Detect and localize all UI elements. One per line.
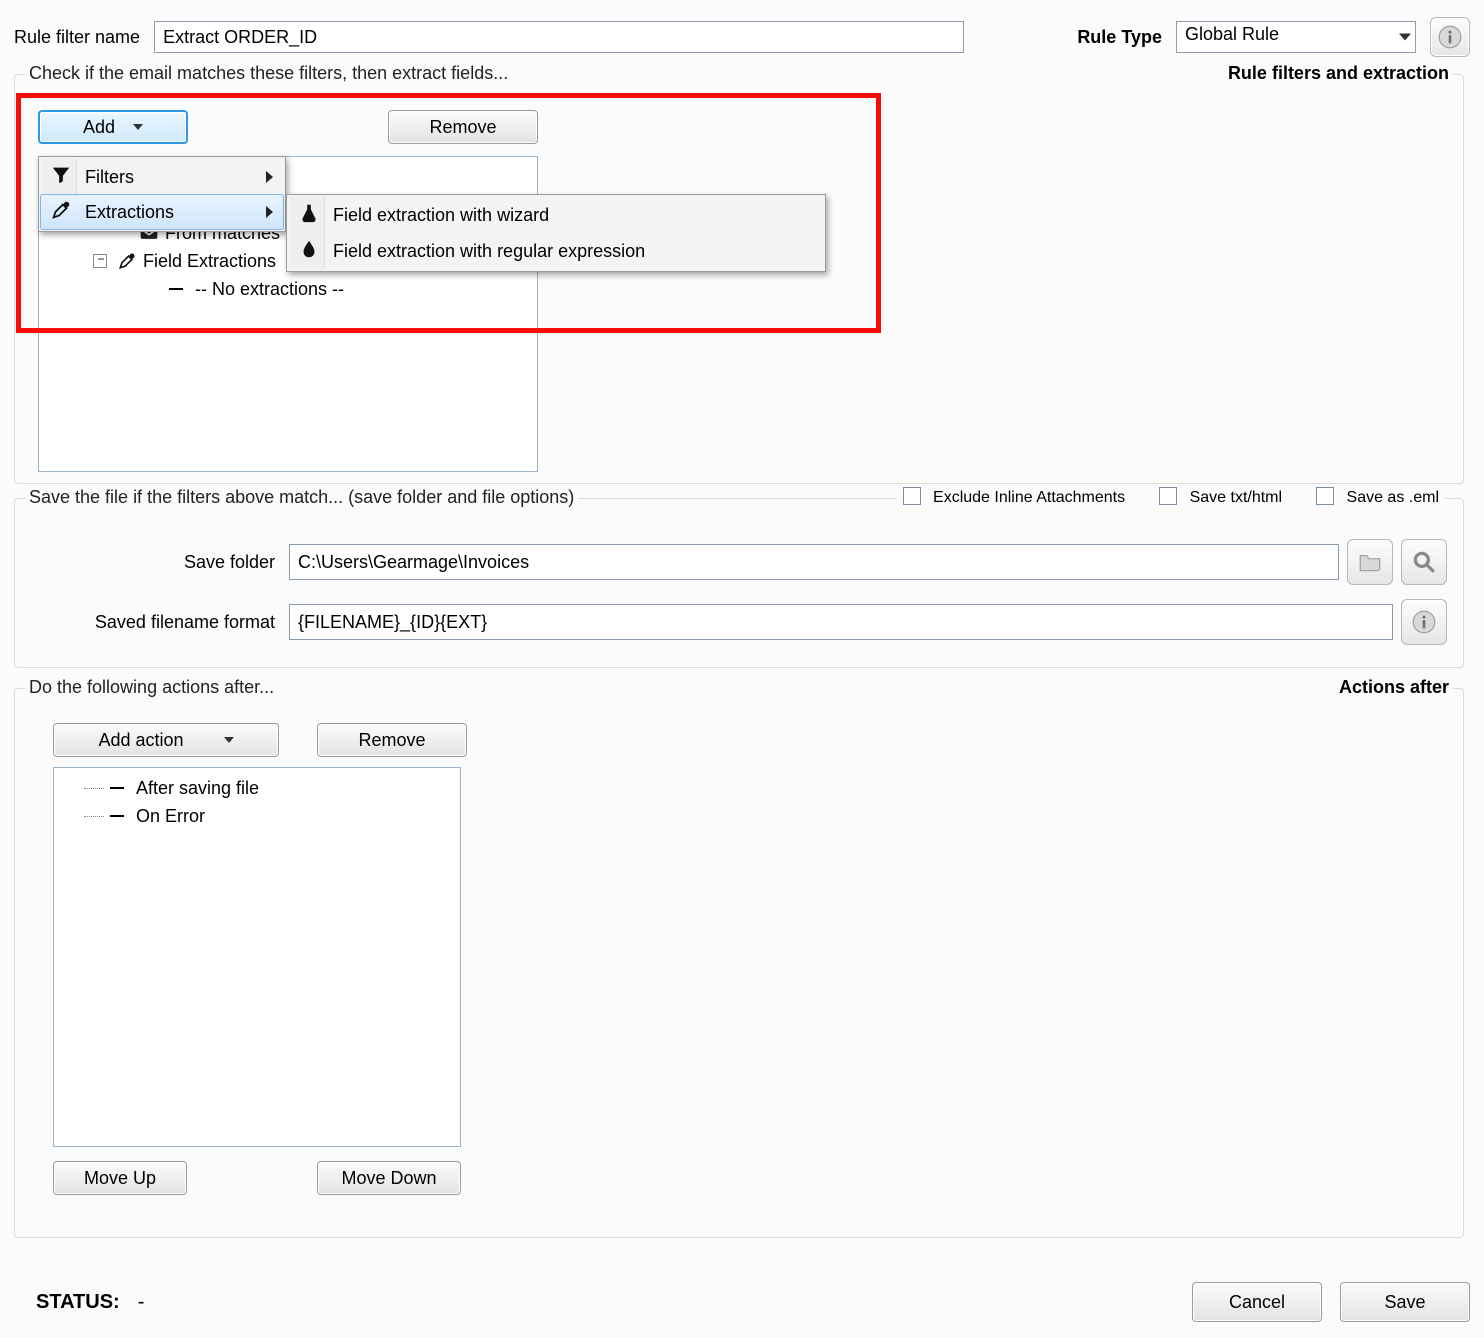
menu-item-wizard[interactable]: Field extraction with wizard bbox=[289, 197, 823, 233]
rule-type-value: Global Rule bbox=[1185, 24, 1279, 44]
open-folder-button[interactable] bbox=[1347, 539, 1393, 585]
save-button[interactable]: Save bbox=[1340, 1282, 1470, 1322]
info-icon bbox=[1411, 609, 1437, 635]
chevron-down-icon bbox=[133, 124, 143, 130]
add-menu[interactable]: Filters Extractions bbox=[38, 156, 286, 232]
dash-icon bbox=[110, 787, 124, 789]
save-folder-label: Save folder bbox=[141, 552, 275, 573]
menu-item-label: Field extraction with regular expression bbox=[333, 241, 645, 262]
chevron-down-icon bbox=[224, 737, 234, 743]
remove-action-label: Remove bbox=[358, 730, 425, 751]
add-button[interactable]: Add bbox=[38, 110, 188, 144]
filters-legend-right: Rule filters and extraction bbox=[1228, 63, 1449, 84]
eyedropper-icon bbox=[47, 199, 75, 226]
tree-label: After saving file bbox=[136, 778, 259, 799]
checkbox-label: Save txt/html bbox=[1190, 489, 1282, 506]
checkbox-icon bbox=[903, 487, 921, 505]
tree-label: Field Extractions bbox=[143, 251, 276, 272]
browse-button[interactable] bbox=[1401, 539, 1447, 585]
tree-row-on-error[interactable]: On Error bbox=[64, 802, 450, 830]
dash-icon bbox=[110, 815, 124, 817]
actions-after-group: Do the following actions after... Action… bbox=[14, 688, 1464, 1238]
save-txt-html-checkbox[interactable]: Save txt/html bbox=[1159, 487, 1282, 507]
info-icon bbox=[1437, 24, 1463, 50]
chevron-right-icon bbox=[266, 206, 273, 218]
checkbox-icon bbox=[1316, 487, 1334, 505]
actions-legend-left: Do the following actions after... bbox=[29, 677, 274, 698]
actions-tree[interactable]: After saving file On Error bbox=[53, 767, 461, 1147]
checkbox-label: Save as .eml bbox=[1347, 489, 1439, 506]
help-button[interactable] bbox=[1430, 17, 1470, 57]
checkbox-icon bbox=[1159, 487, 1177, 505]
save-as-eml-checkbox[interactable]: Save as .eml bbox=[1316, 487, 1439, 507]
filename-format-label: Saved filename format bbox=[53, 612, 275, 633]
save-label: Save bbox=[1384, 1292, 1425, 1313]
menu-item-regex[interactable]: Field extraction with regular expression bbox=[289, 233, 823, 269]
cancel-button[interactable]: Cancel bbox=[1192, 1282, 1322, 1322]
filename-help-button[interactable] bbox=[1401, 599, 1447, 645]
rule-type-select[interactable]: Global Rule bbox=[1176, 21, 1416, 53]
search-icon bbox=[1411, 549, 1437, 575]
flask-icon bbox=[295, 202, 323, 229]
eyedropper-icon bbox=[117, 251, 137, 271]
move-down-button[interactable]: Move Down bbox=[317, 1161, 461, 1195]
collapse-toggle-icon[interactable] bbox=[93, 254, 107, 268]
move-up-label: Move Up bbox=[84, 1168, 156, 1189]
tree-label: -- No extractions -- bbox=[195, 279, 344, 300]
add-action-button[interactable]: Add action bbox=[53, 723, 279, 757]
chevron-down-icon bbox=[1399, 34, 1411, 41]
add-button-label: Add bbox=[83, 117, 115, 138]
menu-item-extractions[interactable]: Extractions bbox=[40, 194, 284, 230]
menu-item-label: Extractions bbox=[85, 202, 174, 223]
add-action-label: Add action bbox=[98, 730, 183, 751]
drop-icon bbox=[295, 238, 323, 265]
menu-item-filters[interactable]: Filters bbox=[41, 159, 283, 195]
move-up-button[interactable]: Move Up bbox=[53, 1161, 187, 1195]
checkbox-label: Exclude Inline Attachments bbox=[933, 489, 1125, 506]
rule-type-label: Rule Type bbox=[1077, 27, 1162, 48]
move-down-label: Move Down bbox=[341, 1168, 436, 1189]
rule-filter-name-label: Rule filter name bbox=[14, 27, 140, 48]
dash-icon bbox=[169, 288, 183, 290]
tree-label: On Error bbox=[136, 806, 205, 827]
status-value: - bbox=[138, 1291, 145, 1314]
save-legend-left: Save the file if the filters above match… bbox=[29, 487, 574, 508]
remove-button[interactable]: Remove bbox=[388, 110, 538, 144]
actions-legend-right: Actions after bbox=[1339, 677, 1449, 698]
menu-item-label: Field extraction with wizard bbox=[333, 205, 549, 226]
funnel-icon bbox=[47, 164, 75, 191]
tree-row-after-saving[interactable]: After saving file bbox=[64, 774, 450, 802]
save-folder-input[interactable] bbox=[289, 544, 1339, 580]
folder-icon bbox=[1357, 549, 1383, 575]
status-label: STATUS: bbox=[36, 1291, 120, 1314]
extractions-submenu[interactable]: Field extraction with wizard Field extra… bbox=[286, 194, 826, 272]
save-options-group: Save the file if the filters above match… bbox=[14, 498, 1464, 668]
remove-action-button[interactable]: Remove bbox=[317, 723, 467, 757]
remove-button-label: Remove bbox=[429, 117, 496, 138]
chevron-right-icon bbox=[266, 171, 273, 183]
filters-legend-left: Check if the email matches these filters… bbox=[29, 63, 508, 84]
tree-row-no-extractions[interactable]: -- No extractions -- bbox=[49, 275, 527, 303]
menu-item-label: Filters bbox=[85, 167, 134, 188]
filename-format-input[interactable] bbox=[289, 604, 1393, 640]
exclude-inline-checkbox[interactable]: Exclude Inline Attachments bbox=[903, 487, 1126, 507]
cancel-label: Cancel bbox=[1229, 1292, 1285, 1313]
rule-filter-name-input[interactable] bbox=[154, 21, 964, 53]
